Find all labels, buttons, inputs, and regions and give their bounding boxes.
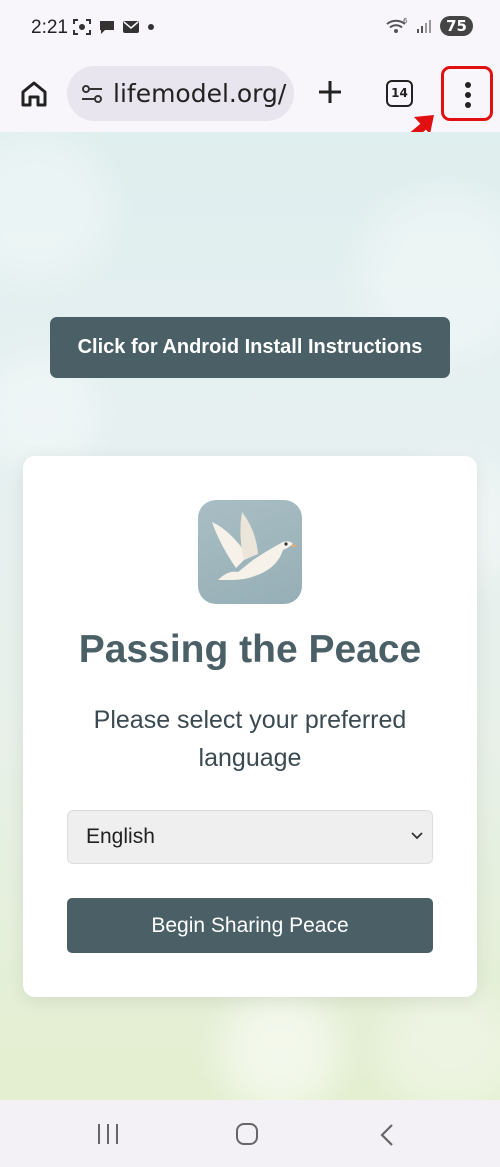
background-bokeh bbox=[220, 992, 340, 1100]
svg-text:6: 6 bbox=[403, 17, 408, 25]
recents-icon[interactable] bbox=[96, 1122, 120, 1146]
background-bokeh bbox=[0, 132, 110, 282]
menu-dot-icon bbox=[465, 82, 471, 88]
begin-sharing-button[interactable]: Begin Sharing Peace bbox=[67, 898, 433, 953]
menu-dot-icon bbox=[465, 92, 471, 98]
language-select[interactable]: English bbox=[67, 810, 433, 864]
language-selected-value: English bbox=[86, 825, 155, 848]
battery-indicator: 75 bbox=[440, 16, 473, 36]
tab-switcher-button[interactable]: 14 bbox=[386, 80, 413, 107]
chat-icon bbox=[100, 21, 114, 34]
menu-dot-icon bbox=[465, 102, 471, 108]
back-icon[interactable] bbox=[377, 1122, 397, 1148]
url-text[interactable]: lifemodel.org/ bbox=[113, 79, 286, 108]
web-content: Click for Android Install Instructions P… bbox=[0, 132, 500, 1100]
url-bar[interactable]: lifemodel.org/ bbox=[67, 66, 294, 121]
browser-menu-button[interactable] bbox=[441, 66, 493, 121]
language-prompt: Please select your preferred language bbox=[93, 706, 407, 772]
wifi-icon: 6 bbox=[386, 17, 408, 33]
nav-home-icon[interactable] bbox=[235, 1122, 259, 1146]
navigation-bar bbox=[0, 1100, 500, 1167]
chevron-down-icon bbox=[411, 832, 423, 840]
screenshot-icon bbox=[73, 19, 91, 35]
home-icon[interactable] bbox=[18, 78, 50, 110]
notification-icons bbox=[72, 18, 156, 36]
signal-icon bbox=[417, 20, 432, 33]
system-icons: 6 75 bbox=[386, 16, 473, 36]
android-install-button[interactable]: Click for Android Install Instructions bbox=[50, 317, 450, 378]
more-notifications-icon bbox=[148, 24, 154, 30]
language-card: Passing the Peace Please select your pre… bbox=[23, 456, 477, 997]
new-tab-plus-icon[interactable] bbox=[314, 76, 346, 108]
background-bokeh bbox=[380, 992, 500, 1100]
status-bar: 2:21 6 75 bbox=[0, 0, 500, 56]
dove-logo-icon bbox=[198, 500, 302, 604]
mail-icon bbox=[123, 21, 139, 33]
site-settings-icon[interactable] bbox=[79, 81, 105, 107]
app-title: Passing the Peace bbox=[78, 628, 422, 671]
status-time: 2:21 bbox=[31, 17, 68, 38]
